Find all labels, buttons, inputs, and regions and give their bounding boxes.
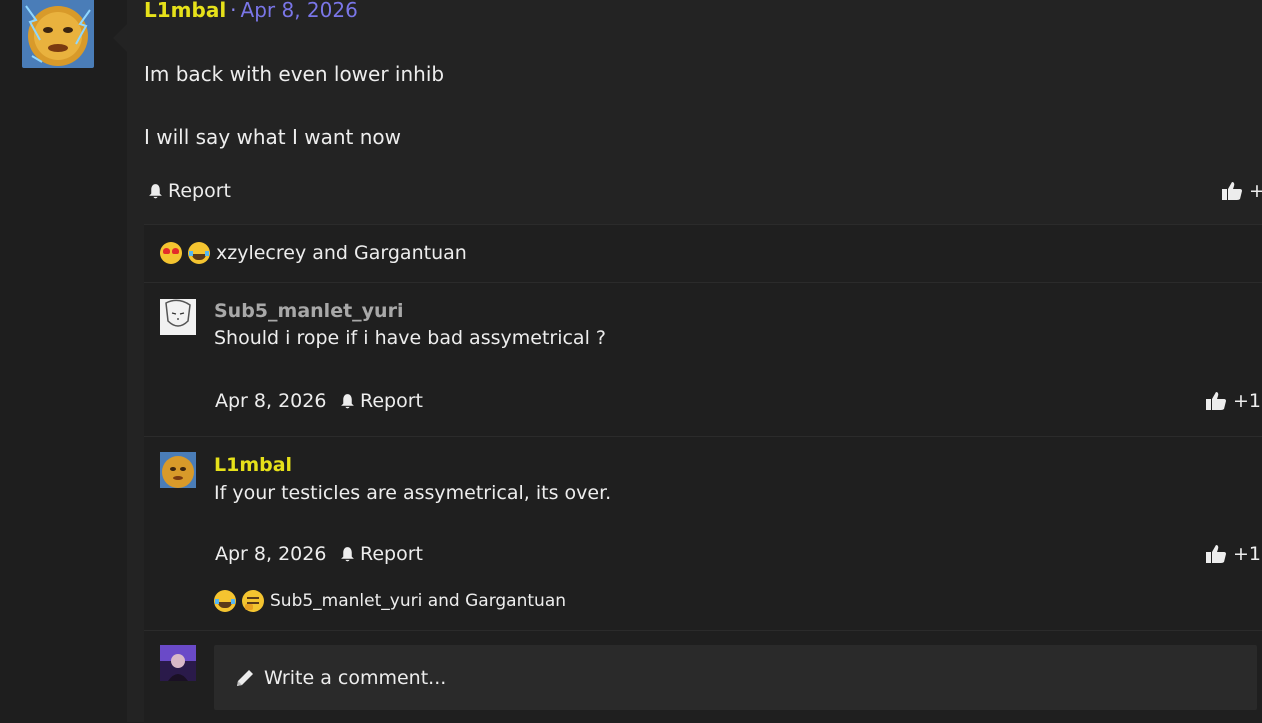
write-comment-input[interactable]: Write a comment... <box>214 645 1257 710</box>
bell-icon <box>341 546 354 561</box>
post-reactions-text: xzylecrey and Gargantuan <box>216 242 467 264</box>
post-reactions-row[interactable]: xzylecrey and Gargantuan <box>144 225 1262 283</box>
post-author-avatar[interactable] <box>22 0 94 68</box>
comment-item: Sub5_manlet_yuri Should i rope if i have… <box>144 283 1262 437</box>
post-pointer-arrow <box>113 24 127 52</box>
comment-report-label: Report <box>360 543 423 565</box>
post-sidebar <box>0 0 127 722</box>
post-header: L1mbal · Apr 8, 2026 <box>144 0 358 22</box>
post-like-count: + <box>1249 180 1262 202</box>
comment-like-count: +1 <box>1233 390 1262 412</box>
comment-like-button[interactable]: +1 <box>1205 543 1261 565</box>
comments-section: xzylecrey and Gargantuan Sub5_manlet_yur… <box>144 224 1262 723</box>
bell-icon <box>149 183 162 198</box>
comment-like-count: +1 <box>1233 543 1262 565</box>
comment-author-avatar[interactable] <box>160 452 196 488</box>
comment-report-button[interactable]: Report <box>339 543 423 565</box>
header-separator: · <box>230 0 237 22</box>
comment-report-button[interactable]: Report <box>339 390 423 412</box>
pencil-icon <box>237 669 253 686</box>
comment-like-button[interactable]: +1 <box>1205 390 1261 412</box>
post-report-label: Report <box>168 180 231 202</box>
comment-reactions-text: Sub5_manlet_yuri and Gargantuan <box>270 591 567 611</box>
comment-author-name[interactable]: Sub5_manlet_yuri <box>214 300 403 322</box>
star-struck-emoji-icon <box>160 242 182 264</box>
comment-reactions-row[interactable]: Sub5_manlet_yuri and Gargantuan <box>214 590 566 612</box>
comment-item: L1mbal If your testicles are assymetrica… <box>144 437 1262 631</box>
post-body: L1mbal · Apr 8, 2026 Im back with even low… <box>127 0 1262 723</box>
post-date-link[interactable]: Apr 8, 2026 <box>241 0 358 22</box>
crying-laughing-emoji-icon <box>214 590 236 612</box>
post-report-button[interactable]: Report <box>147 180 231 202</box>
thumbs-up-icon <box>1206 392 1226 410</box>
comment-text: Should i rope if i have bad assymetrical… <box>214 327 606 349</box>
post-author-name[interactable]: L1mbal <box>144 0 226 22</box>
thumbs-up-icon <box>1206 545 1226 563</box>
post-line-2: I will say what I want now <box>144 125 402 149</box>
current-user-avatar[interactable] <box>160 645 196 681</box>
comment-author-avatar[interactable] <box>160 299 196 335</box>
comment-text: If your testicles are assymetrical, its … <box>214 482 612 504</box>
bell-icon <box>341 393 354 408</box>
thinking-emoji-icon <box>242 590 264 612</box>
crying-laughing-emoji-icon <box>188 242 210 264</box>
comment-author-name[interactable]: L1mbal <box>214 454 292 476</box>
comment-report-label: Report <box>360 390 423 412</box>
comment-date-link[interactable]: Apr 8, 2026 <box>215 543 326 565</box>
post-like-button[interactable]: + <box>1221 180 1262 202</box>
thumbs-up-icon <box>1222 182 1242 200</box>
post-line-1: Im back with even lower inhib <box>144 62 445 86</box>
write-comment-placeholder: Write a comment... <box>264 666 447 689</box>
comment-date-link[interactable]: Apr 8, 2026 <box>215 390 326 412</box>
